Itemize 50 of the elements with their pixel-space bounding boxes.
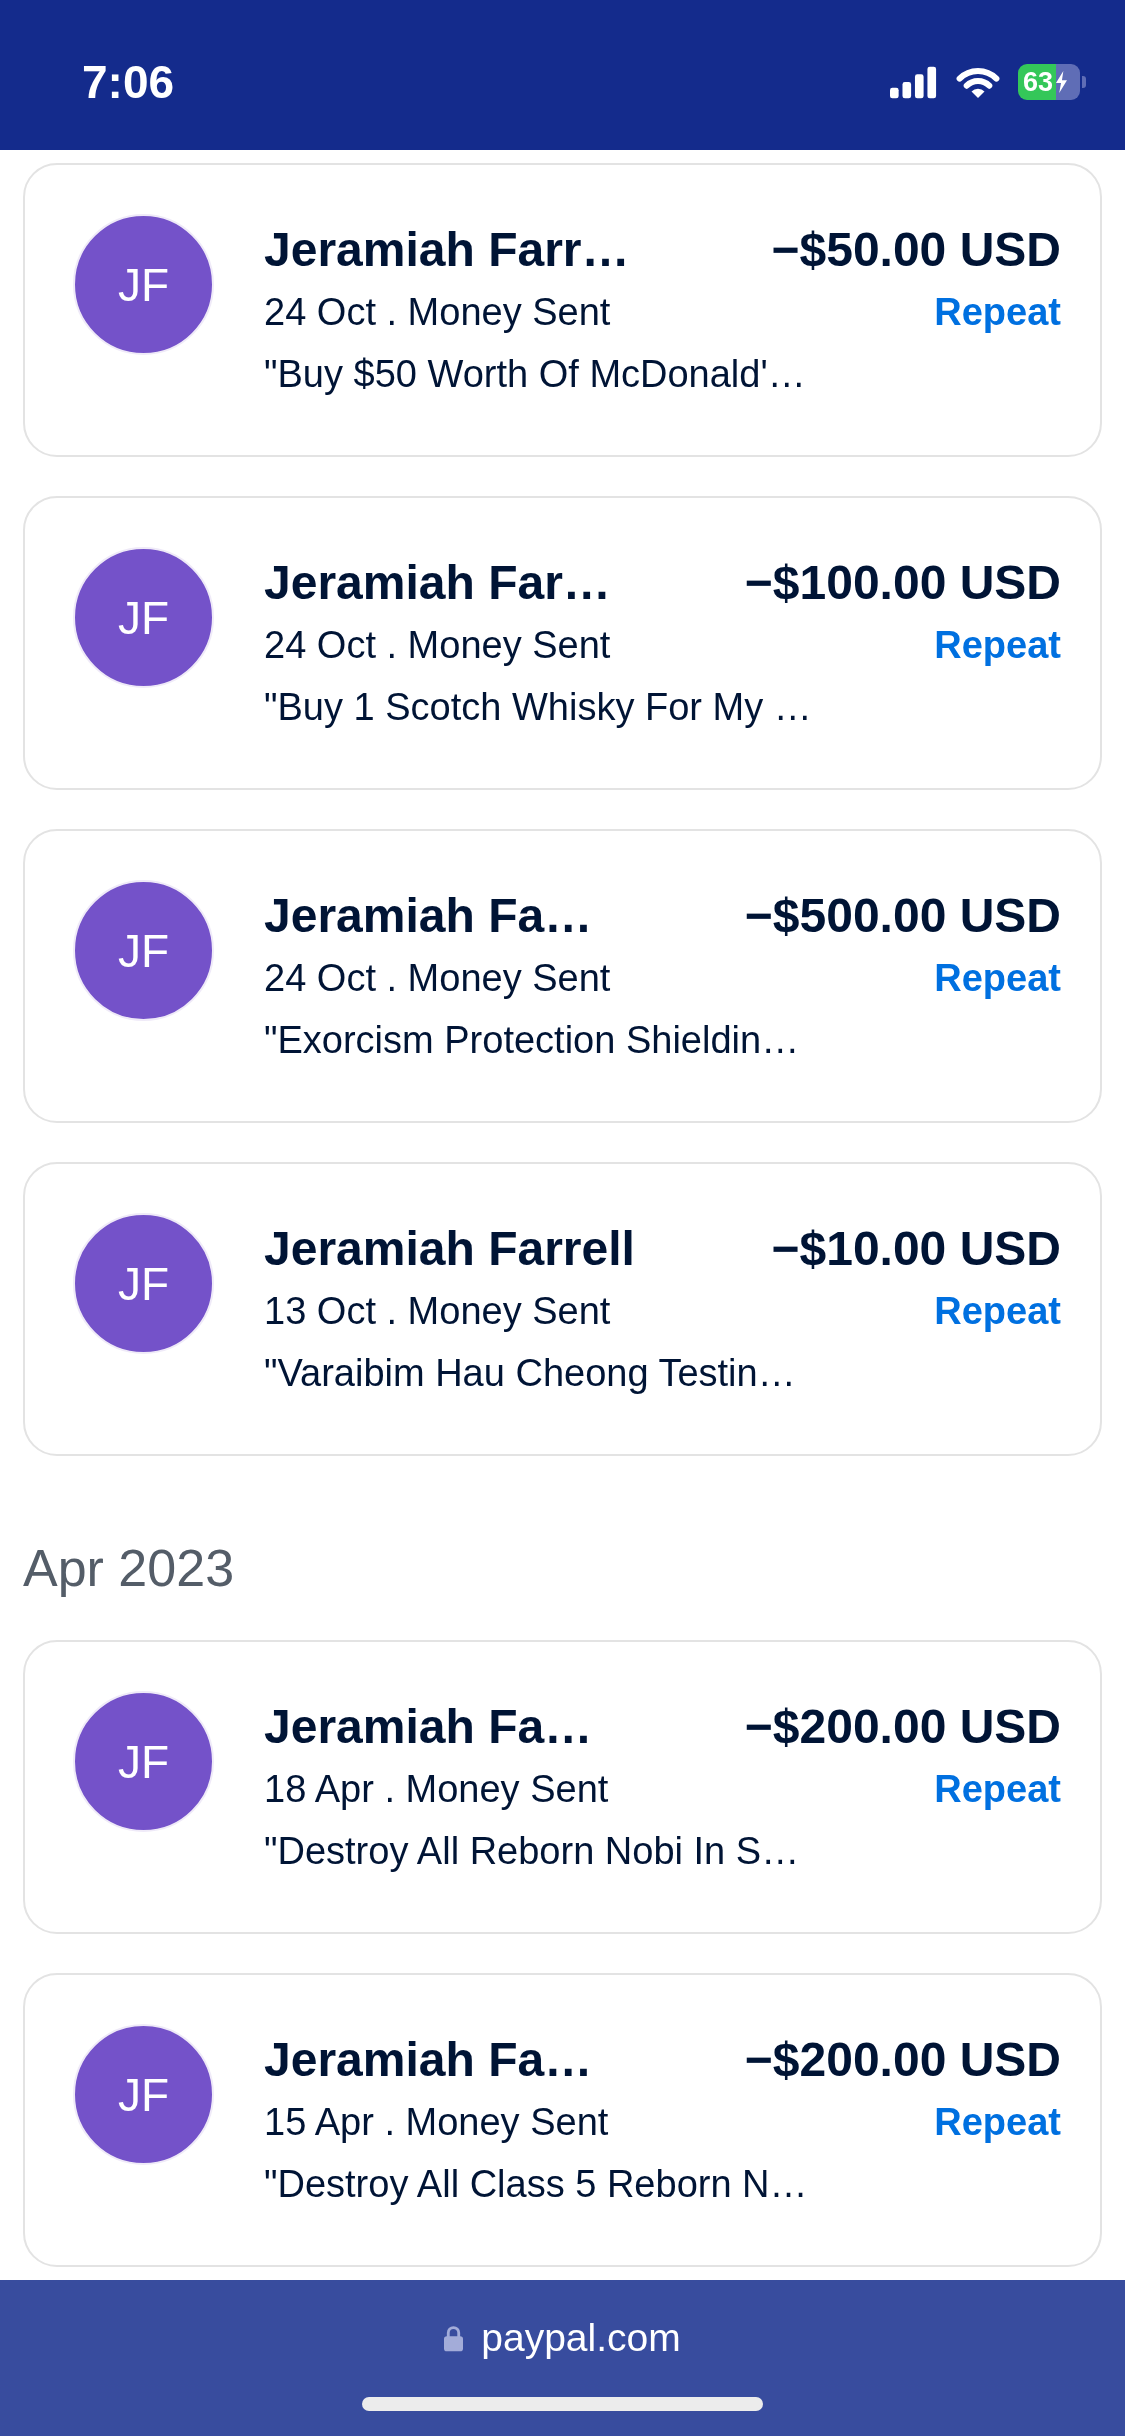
battery-percentage: 63 xyxy=(1023,68,1054,96)
recipient-name: Jeramiah Farrell xyxy=(264,1221,635,1277)
transaction-note: "Varaibim Hau Cheong Testin… xyxy=(264,1351,797,1396)
transaction-note: "Destroy All Reborn Nobi In S… xyxy=(264,1829,801,1874)
recipient-name: Jeramiah Farr… xyxy=(264,222,630,278)
transaction-details: 24 Oct . Money Sent xyxy=(264,623,611,668)
initials-avatar: JF xyxy=(73,214,214,355)
transaction-amount: −$500.00 USD xyxy=(744,888,1061,944)
initials-avatar: JF xyxy=(73,1213,214,1354)
transaction-amount: −$200.00 USD xyxy=(744,2032,1061,2088)
lock-icon xyxy=(444,2324,464,2352)
recipient-name: Jeramiah Fa… xyxy=(264,2032,593,2088)
status-time: 7:06 xyxy=(82,59,175,105)
transaction-note: "Destroy All Class 5 Reborn N… xyxy=(264,2162,809,2207)
signal-icon xyxy=(890,65,938,99)
initials-avatar: JF xyxy=(73,2024,214,2165)
transaction-note: "Exorcism Protection Shieldin… xyxy=(264,1018,801,1063)
transaction-card[interactable]: JF Jeramiah Farrell −$10.00 USD 13 Oct . Money Sent Repeat "Varaibim Hau Cheong Testin… xyxy=(23,1162,1102,1456)
month-heading: Apr 2023 xyxy=(23,1538,236,1598)
transaction-card[interactable]: JF Jeramiah Fa… −$200.00 USD 15 Apr . Money Sent Repeat "Destroy All Class 5 Reborn N… xyxy=(23,1973,1102,2267)
transaction-details: 15 Apr . Money Sent xyxy=(264,2100,609,2145)
transaction-details: 18 Apr . Money Sent xyxy=(264,1767,609,1812)
transaction-card[interactable]: JF Jeramiah Fa… −$200.00 USD 18 Apr . Money Sent Repeat "Destroy All Reborn Nobi In S… xyxy=(23,1640,1102,1934)
recipient-name: Jeramiah Fa… xyxy=(264,888,593,944)
repeat-link[interactable]: Repeat xyxy=(934,281,1061,343)
repeat-link[interactable]: Repeat xyxy=(934,614,1061,676)
recipient-name: Jeramiah Far… xyxy=(264,555,611,611)
transaction-amount: −$10.00 USD xyxy=(771,1221,1061,1277)
transaction-details: 24 Oct . Money Sent xyxy=(264,290,611,335)
repeat-link[interactable]: Repeat xyxy=(934,1280,1061,1342)
repeat-link[interactable]: Repeat xyxy=(934,947,1061,1009)
initials-avatar: JF xyxy=(73,547,214,688)
url-field[interactable]: paypal.com xyxy=(444,2313,681,2363)
repeat-link[interactable]: Repeat xyxy=(934,1758,1061,1820)
recipient-name: Jeramiah Fa… xyxy=(264,1699,593,1755)
initials-avatar: JF xyxy=(73,880,214,1021)
initials-avatar: JF xyxy=(73,1691,214,1832)
transaction-note: "Buy $50 Worth Of McDonald'… xyxy=(264,352,807,397)
transaction-card[interactable]: JF Jeramiah Fa… −$500.00 USD 24 Oct . Money Sent Repeat "Exorcism Protection Shieldin… xyxy=(23,829,1102,1123)
transaction-details: 13 Oct . Money Sent xyxy=(264,1289,611,1334)
charging-bolt-icon xyxy=(1055,71,1069,93)
transaction-amount: −$100.00 USD xyxy=(744,555,1061,611)
transaction-amount: −$50.00 USD xyxy=(771,222,1061,278)
transaction-card[interactable]: JF Jeramiah Far… −$100.00 USD 24 Oct . Money Sent Repeat "Buy 1 Scotch Whisky For My … xyxy=(23,496,1102,790)
transaction-card[interactable]: JF Jeramiah Farr… −$50.00 USD 24 Oct . Money Sent Repeat "Buy $50 Worth Of McDonald'… xyxy=(23,163,1102,457)
transaction-details: 24 Oct . Money Sent xyxy=(264,956,611,1001)
repeat-link[interactable]: Repeat xyxy=(934,2091,1061,2153)
transaction-amount: −$200.00 USD xyxy=(744,1699,1061,1755)
wifi-icon xyxy=(955,65,1001,99)
transaction-note: "Buy 1 Scotch Whisky For My … xyxy=(264,685,813,730)
